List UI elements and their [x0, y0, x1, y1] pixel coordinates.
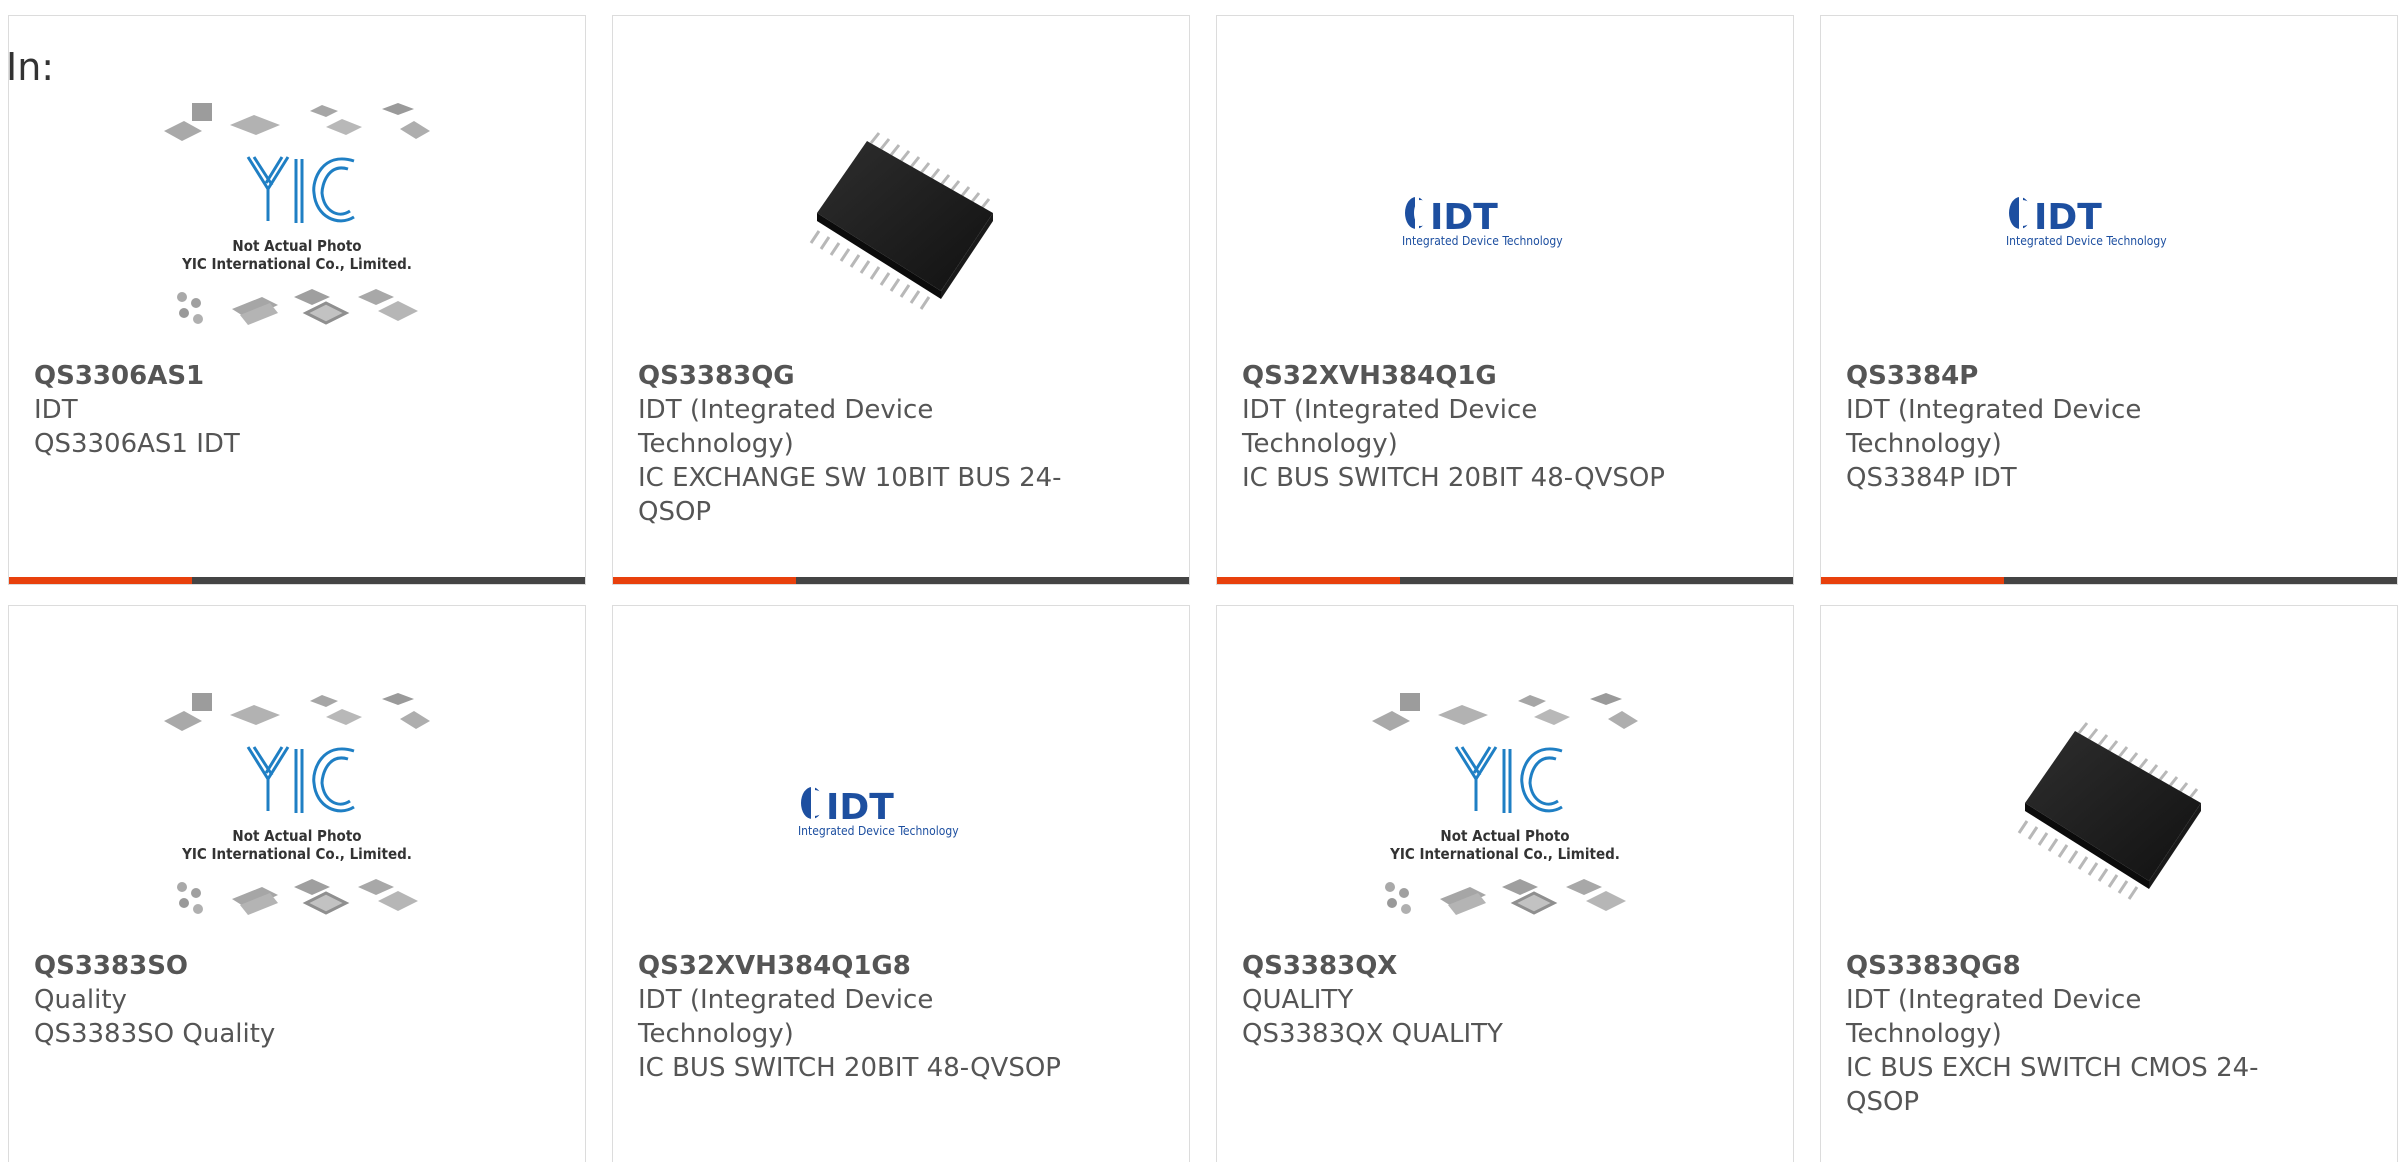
product-card[interactable]: Not Actual Photo YIC International Co., …	[8, 605, 586, 1162]
yic-placeholder-image: Not Actual Photo YIC International Co., …	[162, 101, 432, 341]
placeholder-line1: Not Actual Photo	[232, 237, 361, 255]
product-card[interactable]: QS3383QG IDT (Integrated Device Technolo…	[612, 15, 1190, 585]
product-image[interactable]: Not Actual Photo YIC International Co., …	[9, 76, 585, 366]
description: QS3383SO Quality	[34, 1019, 276, 1049]
logo-text: IDT	[826, 787, 894, 828]
idt-logo-image: IDT Integrated Device Technology	[796, 781, 1006, 841]
placeholder-line2: YIC International Co., Limited.	[1389, 845, 1620, 863]
part-number[interactable]: QS3384P	[1846, 359, 2276, 393]
product-image[interactable]: IDT Integrated Device Technology	[1821, 76, 2397, 366]
manufacturer: IDT (Integrated Device Technology)	[1846, 395, 2142, 459]
product-info: QS3384P IDT (Integrated Device Technolog…	[1846, 359, 2276, 495]
chip-photo-image	[2009, 711, 2209, 911]
part-number[interactable]: QS32XVH384Q1G8	[638, 949, 1068, 983]
product-info: QS3383QX QUALITY QS3383QX QUALITY	[1242, 949, 1672, 1051]
manufacturer: IDT	[34, 395, 78, 425]
logo-tagline: Integrated Device Technology	[798, 824, 959, 838]
part-number[interactable]: QS3383QX	[1242, 949, 1672, 983]
card-underline	[1217, 577, 1793, 584]
logo-tagline: Integrated Device Technology	[1402, 234, 1563, 248]
product-info: QS32XVH384Q1G IDT (Integrated Device Tec…	[1242, 359, 1672, 495]
manufacturer: IDT (Integrated Device Technology)	[1242, 395, 1538, 459]
product-info: QS32XVH384Q1G8 IDT (Integrated Device Te…	[638, 949, 1068, 1085]
idt-logo-image: IDT Integrated Device Technology	[2004, 191, 2214, 251]
chip-photo-image	[801, 121, 1001, 321]
logo-text: IDT	[1430, 197, 1498, 238]
part-number[interactable]: QS3383QG	[638, 359, 1068, 393]
product-info: QS3383SO Quality QS3383SO Quality	[34, 949, 464, 1051]
product-info: QS3383QG IDT (Integrated Device Technolo…	[638, 359, 1068, 529]
product-image[interactable]: Not Actual Photo YIC International Co., …	[9, 666, 585, 956]
yic-placeholder-image: Not Actual Photo YIC International Co., …	[1370, 691, 1640, 931]
description: QS3383QX QUALITY	[1242, 1019, 1503, 1049]
description: IC BUS EXCH SWITCH CMOS 24-QSOP	[1846, 1053, 2259, 1117]
manufacturer: Quality	[34, 985, 127, 1015]
product-card[interactable]: QS3383QG8 IDT (Integrated Device Technol…	[1820, 605, 2398, 1162]
part-number[interactable]: QS3306AS1	[34, 359, 464, 393]
product-card[interactable]: IDT Integrated Device Technology QS32XVH…	[1216, 15, 1794, 585]
part-number[interactable]: QS32XVH384Q1G	[1242, 359, 1672, 393]
manufacturer: IDT (Integrated Device Technology)	[638, 395, 934, 459]
product-card[interactable]: Not Actual Photo YIC International Co., …	[1216, 605, 1794, 1162]
description: IC BUS SWITCH 20BIT 48-QVSOP	[1242, 463, 1665, 493]
product-grid-page: In: Not Actual Photo YIC International C…	[0, 0, 2400, 1162]
placeholder-line1: Not Actual Photo	[1440, 827, 1569, 845]
placeholder-line2: YIC International Co., Limited.	[181, 255, 412, 273]
description: IC BUS SWITCH 20BIT 48-QVSOP	[638, 1053, 1061, 1083]
product-info: QS3383QG8 IDT (Integrated Device Technol…	[1846, 949, 2276, 1119]
product-image[interactable]	[613, 76, 1189, 366]
product-image[interactable]	[1821, 666, 2397, 956]
part-number[interactable]: QS3383SO	[34, 949, 464, 983]
yic-placeholder-image: Not Actual Photo YIC International Co., …	[162, 691, 432, 931]
product-image[interactable]: IDT Integrated Device Technology	[613, 666, 1189, 956]
idt-logo-image: IDT Integrated Device Technology	[1400, 191, 1610, 251]
card-underline	[613, 577, 1189, 584]
manufacturer: QUALITY	[1242, 985, 1354, 1015]
product-image[interactable]: Not Actual Photo YIC International Co., …	[1217, 666, 1793, 956]
manufacturer: IDT (Integrated Device Technology)	[1846, 985, 2142, 1049]
description: QS3384P IDT	[1846, 463, 2017, 493]
grid-heading: In:	[6, 45, 55, 89]
product-card[interactable]: IDT Integrated Device Technology QS32XVH…	[612, 605, 1190, 1162]
product-info: QS3306AS1 IDT QS3306AS1 IDT	[34, 359, 464, 461]
description: QS3306AS1 IDT	[34, 429, 240, 459]
manufacturer: IDT (Integrated Device Technology)	[638, 985, 934, 1049]
placeholder-line1: Not Actual Photo	[232, 827, 361, 845]
product-image[interactable]: IDT Integrated Device Technology	[1217, 76, 1793, 366]
logo-tagline: Integrated Device Technology	[2006, 234, 2167, 248]
part-number[interactable]: QS3383QG8	[1846, 949, 2276, 983]
placeholder-line2: YIC International Co., Limited.	[181, 845, 412, 863]
card-underline	[9, 577, 585, 584]
card-underline	[1821, 577, 2397, 584]
product-card[interactable]: Not Actual Photo YIC International Co., …	[8, 15, 586, 585]
description: IC EXCHANGE SW 10BIT BUS 24-QSOP	[638, 463, 1062, 527]
product-card[interactable]: IDT Integrated Device Technology QS3384P…	[1820, 15, 2398, 585]
logo-text: IDT	[2034, 197, 2102, 238]
